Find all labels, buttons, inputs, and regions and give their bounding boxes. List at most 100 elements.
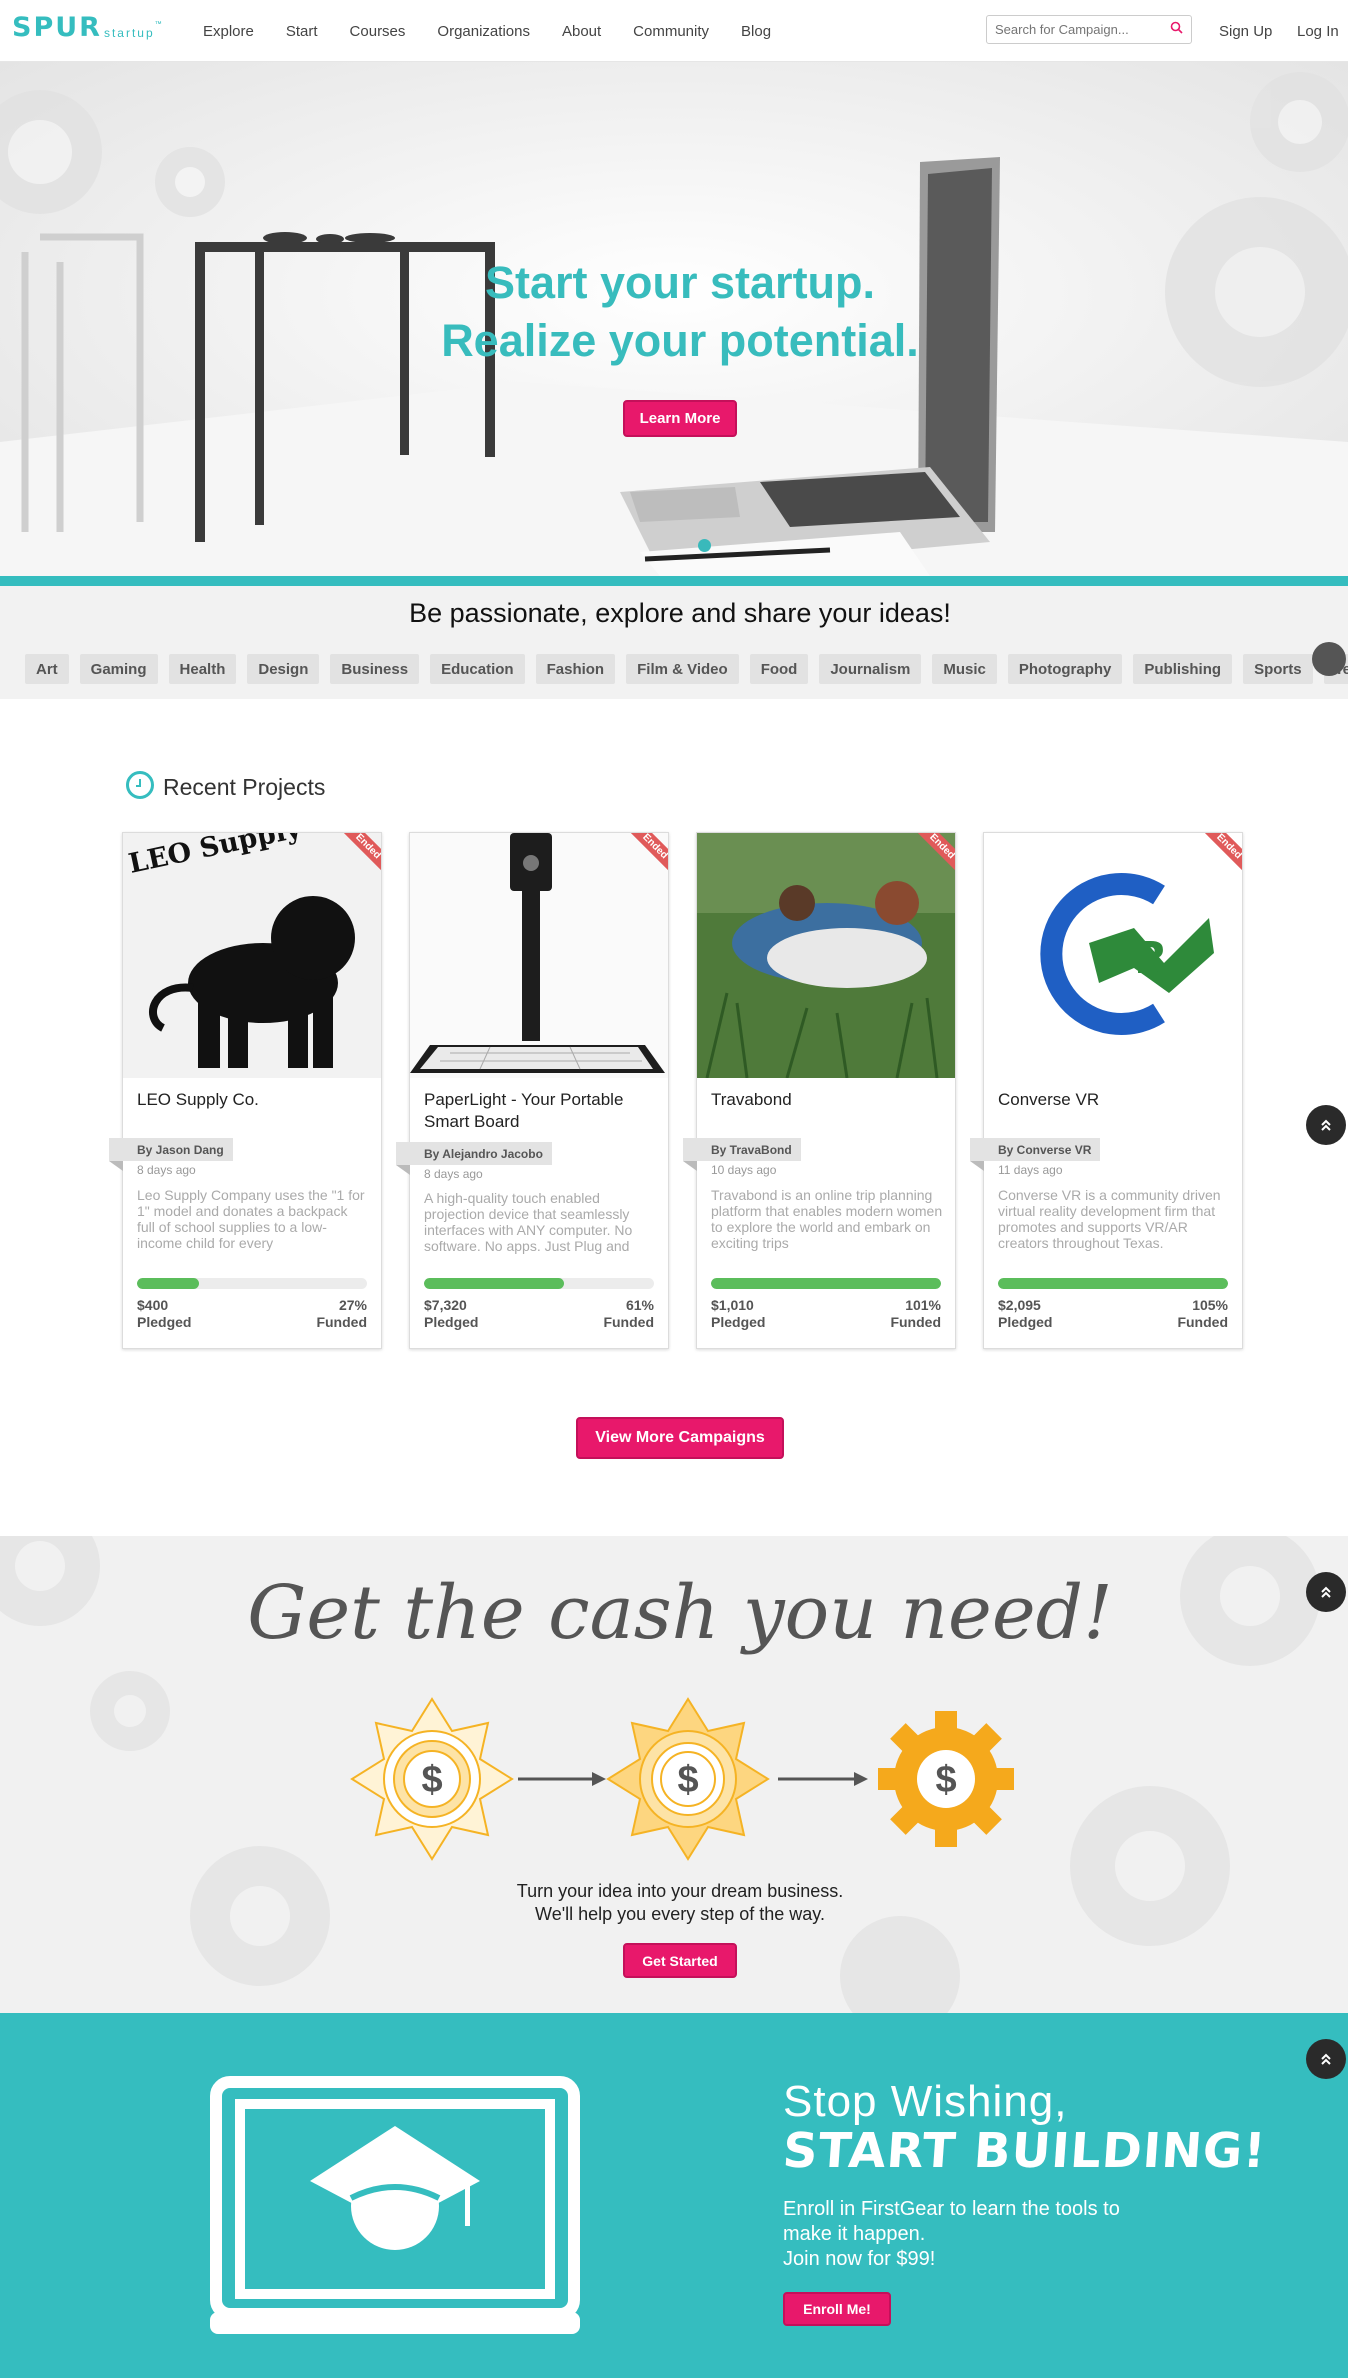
dollar-coin-icon: $ <box>878 1711 1014 1847</box>
category-design[interactable]: Design <box>247 654 320 684</box>
pledged-amount: $400 <box>137 1297 169 1313</box>
category-photography[interactable]: Photography <box>1007 654 1123 684</box>
scroll-top-button[interactable] <box>1306 2039 1346 2079</box>
funding-progress-fill <box>424 1278 565 1289</box>
project-title[interactable]: LEO Supply Co. <box>137 1089 371 1111</box>
funded-percent: 61% <box>625 1297 654 1313</box>
carousel-dot[interactable] <box>698 539 711 552</box>
funding-steps-graphic: $ $ $ <box>350 1697 1014 1861</box>
hero-line-2: Realize your potential. <box>441 315 919 366</box>
learn-more-button[interactable]: Learn More <box>623 400 737 437</box>
category-food[interactable]: Food <box>749 654 809 684</box>
project-card[interactable]: Ended Travabond By TravaBond 10 days ago… <box>683 832 956 1349</box>
category-sports[interactable]: Sports <box>1243 654 1313 684</box>
project-stats: $7,320 Pledged 61% Funded <box>424 1297 654 1331</box>
clock-icon <box>125 770 155 805</box>
project-card[interactable]: R Ended Converse VR By Converse VR 11 da… <box>970 832 1243 1349</box>
graduation-cap-icon <box>310 2126 480 2250</box>
category-health[interactable]: Health <box>168 654 237 684</box>
scroll-top-button[interactable] <box>1306 1572 1346 1612</box>
project-image[interactable]: Ended <box>410 833 668 1078</box>
pledged-label: Pledged <box>998 1314 1053 1330</box>
project-author[interactable]: By TravaBond <box>683 1138 801 1171</box>
pledged-amount: $7,320 <box>424 1297 467 1313</box>
pledged-amount: $2,095 <box>998 1297 1041 1313</box>
funded-label: Funded <box>1177 1314 1228 1330</box>
categories-scroll-icon[interactable] <box>1312 642 1346 676</box>
svg-text:R: R <box>1134 933 1168 984</box>
ended-ribbon: Ended <box>1204 833 1242 871</box>
coin-dollar-2: $ <box>677 1759 698 1801</box>
category-gaming[interactable]: Gaming <box>79 654 158 684</box>
nav-start[interactable]: Start <box>286 23 318 40</box>
build-text: Enroll in FirstGear to learn the tools t… <box>783 2197 1183 2272</box>
arrow-right-icon <box>778 1772 868 1786</box>
recent-projects-header: Recent Projects <box>125 770 325 805</box>
category-journalism[interactable]: Journalism <box>819 654 922 684</box>
ended-label: Ended <box>343 833 381 871</box>
signup-link[interactable]: Sign Up <box>1219 0 1272 62</box>
nav-about[interactable]: About <box>562 23 601 40</box>
hero-carousel: Start your startup. Realize your potenti… <box>0 62 1348 576</box>
arrow-right-icon <box>518 1772 606 1786</box>
category-business[interactable]: Business <box>330 654 420 684</box>
logo-tm: ™ <box>154 21 162 28</box>
project-image[interactable]: Ended <box>697 833 955 1078</box>
funded-percent: 105% <box>1192 1297 1228 1313</box>
project-card[interactable]: LEO Supply Company Ended LEO Supply Co. … <box>109 832 382 1349</box>
project-author[interactable]: By Converse VR <box>970 1138 1101 1171</box>
project-description: Converse VR is a community driven virtua… <box>998 1187 1221 1251</box>
nav-courses[interactable]: Courses <box>350 23 406 40</box>
category-music[interactable]: Music <box>932 654 997 684</box>
project-stats: $400 Pledged 27% Funded <box>137 1297 367 1331</box>
funding-progress-fill <box>711 1278 941 1289</box>
logo-main: SPUR <box>12 12 102 43</box>
scroll-top-button[interactable] <box>1306 1105 1346 1145</box>
enroll-button[interactable]: Enroll Me! <box>783 2292 891 2326</box>
ended-label: Ended <box>630 833 668 871</box>
project-title[interactable]: Converse VR <box>998 1089 1232 1111</box>
project-image[interactable]: R Ended <box>984 833 1242 1078</box>
category-education[interactable]: Education <box>430 654 525 684</box>
view-more-campaigns-button[interactable]: View More Campaigns <box>576 1417 784 1459</box>
ended-label: Ended <box>917 833 955 871</box>
search-icon[interactable] <box>1170 21 1183 39</box>
search-box <box>986 15 1192 44</box>
nav-blog[interactable]: Blog <box>741 23 771 40</box>
project-title[interactable]: Travabond <box>711 1089 945 1111</box>
category-art[interactable]: Art <box>25 654 69 684</box>
project-title[interactable]: PaperLight - Your Portable Smart Board <box>424 1089 658 1133</box>
project-date: 8 days ago <box>137 1163 196 1177</box>
pledged-amount: $1,010 <box>711 1297 754 1313</box>
category-film-video[interactable]: Film & Video <box>626 654 739 684</box>
cash-line-2: We'll help you every step of the way. <box>535 1904 825 1924</box>
chevron-up-icon <box>1321 1586 1331 1598</box>
project-image[interactable]: LEO Supply Company Ended <box>123 833 381 1078</box>
cash-title: Get the cash you need! <box>247 1570 1113 1656</box>
login-link[interactable]: Log In <box>1297 0 1339 62</box>
category-publishing[interactable]: Publishing <box>1133 654 1233 684</box>
project-card[interactable]: Ended PaperLight - Your Portable Smart B… <box>396 832 669 1349</box>
pledged-label: Pledged <box>424 1314 479 1330</box>
category-fashion[interactable]: Fashion <box>535 654 616 684</box>
funded-percent: 27% <box>338 1297 367 1313</box>
get-started-button[interactable]: Get Started <box>623 1943 737 1978</box>
nav-explore[interactable]: Explore <box>203 23 254 40</box>
logo[interactable]: SPUR startup ™ <box>12 14 162 42</box>
build-text-2: make it happen. <box>783 2223 926 2245</box>
build-text-3: Join now for $99! <box>783 2248 936 2270</box>
nav-organizations[interactable]: Organizations <box>437 23 530 40</box>
nav-community[interactable]: Community <box>633 23 709 40</box>
cash-line-1: Turn your idea into your dream business. <box>516 1881 844 1901</box>
cash-text: Turn your idea into your dream business.… <box>0 1880 1348 1926</box>
project-author[interactable]: By Jason Dang <box>109 1138 233 1171</box>
funded-label: Funded <box>603 1314 654 1330</box>
dollar-coin-icon: $ <box>350 1697 514 1861</box>
project-stats: $2,095 Pledged 105% Funded <box>998 1297 1228 1331</box>
project-author[interactable]: By Alejandro Jacobo <box>396 1142 552 1175</box>
firstgear-section: Stop Wishing, START BUILDING! Enroll in … <box>0 2013 1348 2378</box>
project-description: Leo Supply Company uses the "1 for 1" mo… <box>137 1187 365 1251</box>
funded-percent: 101% <box>905 1297 941 1313</box>
search-input[interactable] <box>995 22 1155 37</box>
ended-ribbon: Ended <box>630 833 668 871</box>
